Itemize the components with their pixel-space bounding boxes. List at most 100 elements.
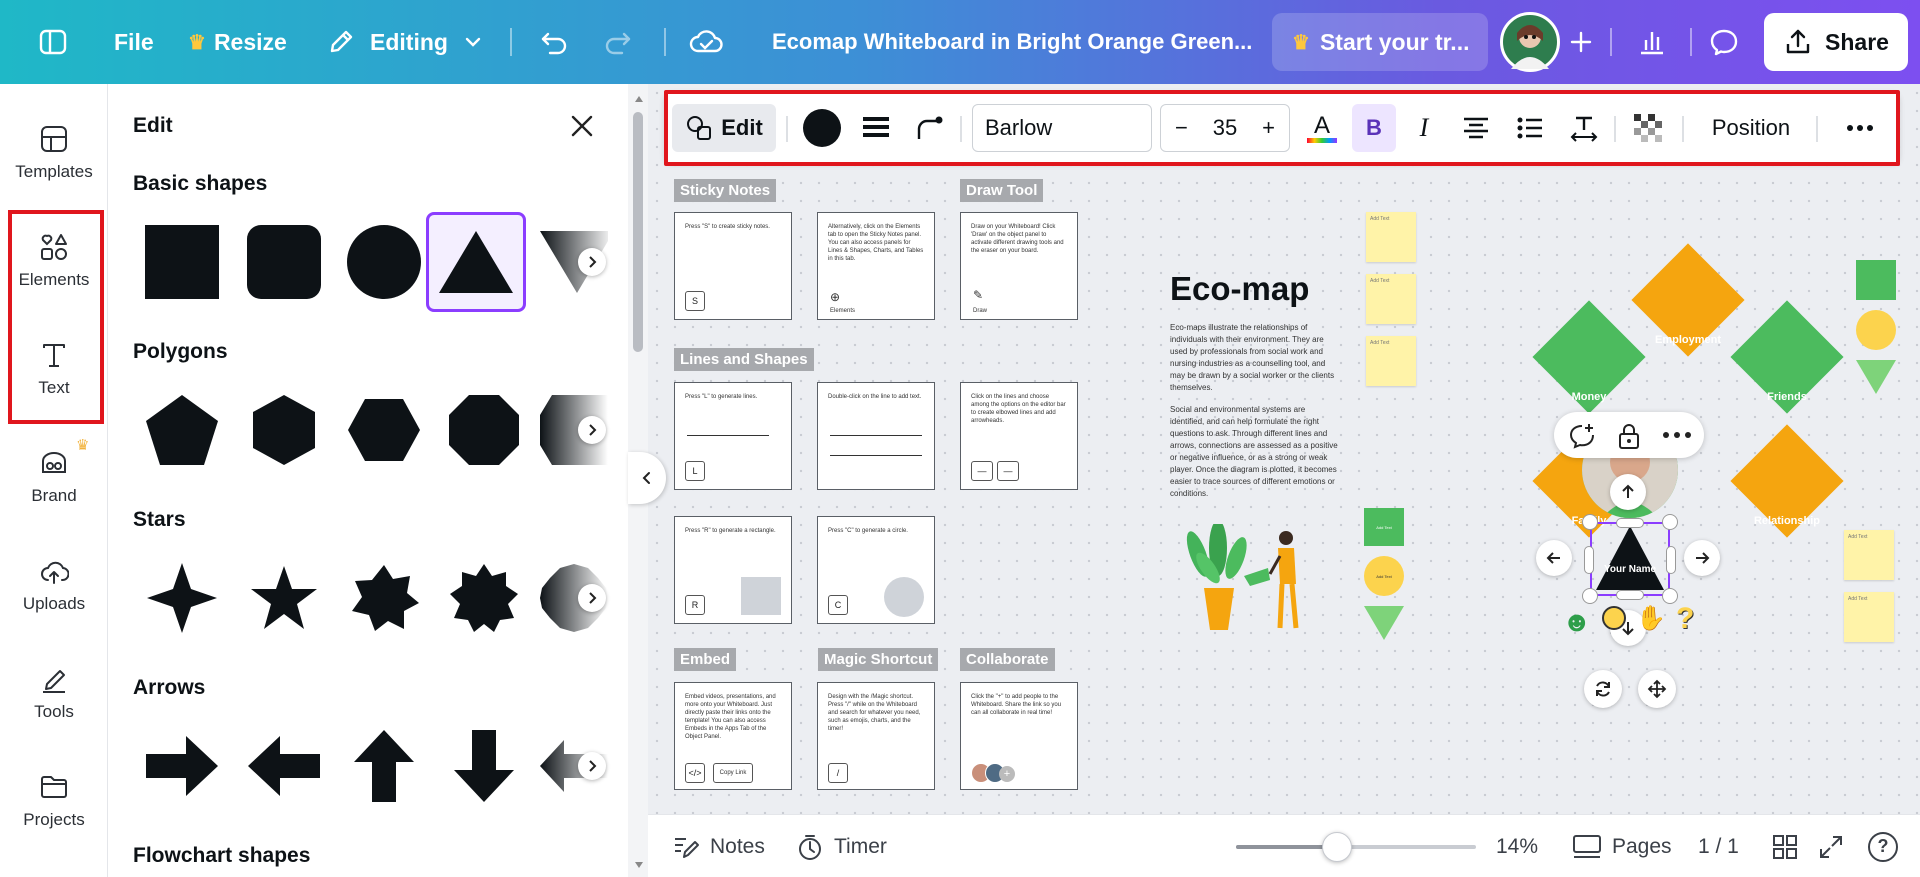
card-lines[interactable]: Press "L" to generate lines. L <box>674 382 792 490</box>
question-emoji-icon[interactable]: ? <box>1676 602 1694 636</box>
card-embed[interactable]: Embed videos, presentations, and more on… <box>674 682 792 790</box>
copy-link-button[interactable]: Copy Link <box>713 763 753 783</box>
shape-star-4[interactable] <box>132 548 232 648</box>
center-label[interactable]: Your Name <box>1590 564 1670 575</box>
rail-item-templates[interactable]: Templates <box>0 110 108 210</box>
sticky-note[interactable]: Add Text <box>1366 274 1416 324</box>
canvas-scrollbar[interactable] <box>1908 84 1916 814</box>
ecomap-description[interactable]: Eco-maps illustrate the relationships of… <box>1170 322 1340 500</box>
share-button[interactable]: Share <box>1764 13 1908 71</box>
zoom-level[interactable]: 14% <box>1496 815 1538 877</box>
undo-icon[interactable] <box>538 0 570 84</box>
align-center-icon[interactable] <box>1452 104 1500 152</box>
card-rectangle[interactable]: Press "R" to generate a rectangle. R <box>674 516 792 624</box>
chevron-right-icon[interactable] <box>578 584 606 612</box>
add-people-icon[interactable] <box>1566 0 1596 84</box>
font-size-value[interactable]: 35 <box>1213 115 1237 141</box>
notes-button[interactable]: Notes <box>672 815 765 877</box>
shape-triangle-selected[interactable] <box>426 212 526 312</box>
shape-pentagon[interactable] <box>132 380 232 480</box>
legend-triangle[interactable] <box>1364 606 1404 640</box>
card-draw[interactable]: Draw on your Whiteboard! Click 'Draw' on… <box>960 212 1078 320</box>
rail-item-uploads[interactable]: Uploads <box>0 542 108 642</box>
hands-emoji-icon[interactable]: ✋ <box>1636 604 1666 633</box>
whiteboard-canvas[interactable]: Sticky Notes Draw Tool Lines and Shapes … <box>628 84 1920 814</box>
shape-star-5[interactable] <box>234 548 334 648</box>
shape-square[interactable] <box>132 212 232 312</box>
bullet-list-icon[interactable] <box>1506 104 1554 152</box>
border-style-icon[interactable] <box>852 104 900 152</box>
center-triangle[interactable] <box>1594 524 1666 592</box>
edit-button[interactable]: Edit <box>672 104 776 152</box>
resize-handle[interactable] <box>1666 546 1676 574</box>
help-icon[interactable]: ? <box>1868 815 1898 877</box>
rail-item-tools[interactable]: Tools <box>0 650 108 750</box>
editing-mode-dropdown[interactable]: Editing <box>326 0 484 84</box>
more-icon[interactable] <box>1662 430 1692 440</box>
timer-button[interactable]: Timer <box>796 815 887 877</box>
avatar[interactable] <box>1500 12 1560 72</box>
zoom-slider[interactable] <box>1236 832 1476 862</box>
more-options-icon[interactable] <box>1836 104 1884 152</box>
resize-handle[interactable] <box>1584 546 1594 574</box>
card-line-options[interactable]: Click on the lines and choose among the … <box>960 382 1078 490</box>
shape-arrow-up[interactable] <box>334 716 434 816</box>
page-count[interactable]: 1 / 1 <box>1698 815 1739 877</box>
zoom-slider-thumb[interactable] <box>1321 832 1352 862</box>
shape-arrow-down[interactable] <box>434 716 534 816</box>
legend-square[interactable]: Add Text <box>1364 508 1404 546</box>
fill-color-button[interactable] <box>798 104 846 152</box>
increase-font-button[interactable]: + <box>1262 115 1275 141</box>
cloud-saved-icon[interactable] <box>688 0 724 84</box>
shape-rounded-square[interactable] <box>234 212 334 312</box>
italic-icon[interactable]: I <box>1402 104 1446 152</box>
card-circle[interactable]: Press "C" to generate a circle. C <box>817 516 935 624</box>
sticky-note[interactable]: Add Text <box>1844 530 1894 580</box>
close-icon[interactable] <box>568 112 596 145</box>
card-collaborate[interactable]: Click the "+" to add people to the White… <box>960 682 1078 790</box>
resize-handle[interactable] <box>1616 518 1644 528</box>
card-sticky-notes[interactable]: Press "S" to create sticky notes. S <box>674 212 792 320</box>
transparency-icon[interactable] <box>1624 104 1672 152</box>
smile-emoji-icon[interactable] <box>1602 606 1626 630</box>
insights-icon[interactable] <box>1636 0 1668 84</box>
card-line-text[interactable]: Double-click on the line to add text. <box>817 382 935 490</box>
shape-arrow-right[interactable] <box>132 716 232 816</box>
card-magic-shortcut[interactable]: Design with the /Magic shortcut. Press "… <box>817 682 935 790</box>
legend-circle[interactable] <box>1856 310 1896 350</box>
fullscreen-icon[interactable] <box>1818 815 1844 877</box>
chevron-right-icon[interactable] <box>578 752 606 780</box>
shape-circle[interactable] <box>334 212 434 312</box>
shape-hexagon-horizontal[interactable] <box>334 380 434 480</box>
file-menu[interactable]: File <box>114 0 154 84</box>
decrease-font-button[interactable]: − <box>1175 115 1188 141</box>
shape-star-8[interactable] <box>434 548 534 648</box>
text-color-button[interactable]: A <box>1298 104 1346 152</box>
chevron-right-icon[interactable] <box>578 248 606 276</box>
start-trial-button[interactable]: ♛ Start your tr... <box>1272 13 1488 71</box>
sidebar-toggle-icon[interactable] <box>38 0 68 84</box>
font-family-dropdown[interactable]: Barlow <box>972 104 1152 152</box>
legend-circle[interactable]: Add Text <box>1364 556 1404 596</box>
arrow-up-icon[interactable] <box>1610 474 1646 510</box>
shape-octagon[interactable] <box>434 380 534 480</box>
shape-star-7[interactable] <box>334 548 434 648</box>
chevron-right-icon[interactable] <box>578 416 606 444</box>
resize-handle[interactable] <box>1582 514 1598 530</box>
letter-spacing-icon[interactable] <box>1560 104 1608 152</box>
pages-button[interactable]: Pages <box>1572 815 1672 877</box>
arrow-left-icon[interactable] <box>1536 540 1572 576</box>
resize-button[interactable]: ♛ Resize <box>188 0 287 84</box>
legend-square[interactable] <box>1856 260 1896 300</box>
resize-handle[interactable] <box>1662 514 1678 530</box>
sticky-note[interactable]: Add Text <box>1366 336 1416 386</box>
robot-emoji-icon[interactable]: ☻ <box>1562 606 1591 638</box>
design-title[interactable]: Ecomap Whiteboard in Bright Orange Green… <box>772 0 1252 84</box>
add-comment-icon[interactable] <box>1568 422 1596 450</box>
position-button[interactable]: Position <box>1694 104 1808 152</box>
resize-handle[interactable] <box>1616 590 1644 600</box>
ecomap-title[interactable]: Eco-map <box>1170 270 1309 308</box>
rail-item-projects[interactable]: Projects <box>0 758 108 858</box>
rotate-icon[interactable] <box>1584 670 1622 708</box>
rail-item-brand[interactable]: ♛ Brand <box>0 434 108 534</box>
